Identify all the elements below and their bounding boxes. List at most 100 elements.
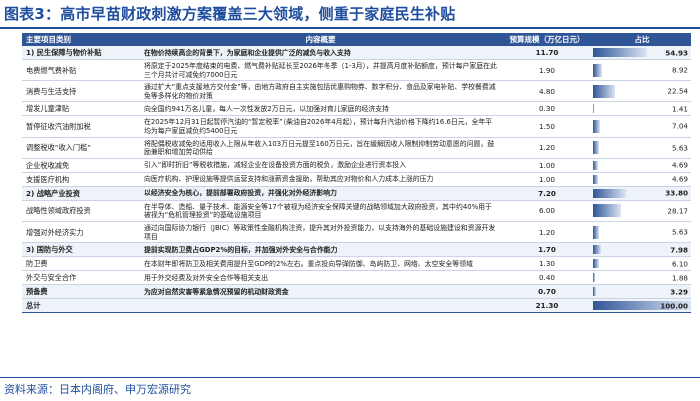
row-summary: 引入“即时折旧”等税收措施，减轻企业在设备投资方面的税负，激励企业进行资本投入 [140,158,501,173]
row-summary: 提前实现防卫费占GDP2%的目标，并加强对外安全与合作能力 [140,242,501,258]
row-budget: 21.30 [501,298,593,314]
row-summary: 将原定于2025年度结束的电费、燃气费补贴延长至2026年冬季（1-3月），并提… [140,59,501,82]
table-row: 支援医疗机构 向医疗机构、护理设施等提供运营支持和涨薪资金援助，帮助其应对物价和人… [22,172,691,187]
row-item: 支援医疗机构 [22,172,140,187]
share-bar-track: 8.92 [593,62,691,79]
row-share: 33.80 [593,186,691,201]
table-row: 调整税收“收入门槛” 将配偶税收减免的适用收入上限从年收入103万日元提至160万… [22,137,691,159]
share-bar [593,48,647,57]
share-bar-track: 100.00 [593,299,691,312]
row-summary: 为应对自然灾害等紧急情况预留的机动财政资金 [140,284,501,300]
row-budget: 6.00 [501,200,593,222]
share-value: 4.69 [671,174,688,184]
share-bar-track: 4.69 [593,173,691,186]
share-bar [593,160,598,170]
row-summary: 在半导体、造船、量子技术、能源安全等17个被视为经济安全保障关键的战略领域加大政… [140,200,501,222]
row-share: 6.10 [593,256,691,272]
table-row: 外交与安全合作 用于外交经费及对外安全合作等相关支出 0.40 1.88 [22,270,691,286]
row-item: 增发儿童津贴 [22,101,140,117]
share-bar-track: 4.69 [593,159,691,172]
share-bar [593,141,599,155]
table-row: 消费与生活支持 通过扩大“重点支援地方交付金”等，由地方政府自主实施包括优惠购物券… [22,80,691,103]
share-bar [593,84,616,98]
row-budget: 1.20 [501,221,593,244]
table-header-row: 主要项目类别 内容概要 预算规模（万亿日元） 占比 [22,33,691,46]
share-bar-track: 54.93 [593,46,691,59]
row-item: 电费燃气费补贴 [22,59,140,82]
share-value: 6.10 [671,259,688,269]
title-divider [0,27,700,29]
header-category: 主要项目类别 [22,33,140,46]
page-title: 图表3：高市早苗财政刺激方案覆盖三大领域，侧重于家庭民生补贴 [4,4,456,23]
share-bar [593,174,598,184]
row-share: 3.29 [593,284,691,300]
row-item: 调整税收“收入门槛” [22,137,140,159]
share-bar [593,225,599,239]
table-row: 企业税收减免 引入“即时折旧”等税收措施，减轻企业在设备投资方面的税负，激励企业进… [22,158,691,173]
row-budget: 1.30 [501,256,593,272]
table-row: 电费燃气费补贴 将原定于2025年度结束的电费、燃气费补贴延长至2026年冬季（1… [22,59,691,82]
share-value: 100.00 [660,301,688,311]
share-value: 5.63 [671,227,688,237]
row-item: 1) 民生保障与物价补贴 [22,46,140,60]
row-summary: 用于外交经费及对外安全合作等相关支出 [140,270,501,286]
row-item: 增强对外经济实力 [22,221,140,244]
row-budget: 1.70 [501,242,593,258]
share-bar-track: 22.54 [593,83,691,100]
table-row: 暂停征收汽油附加税 在2025年12月31日起暂停汽油的“暂定税率”（柴油自202… [22,115,691,138]
table-row: 战略性领域政府投资 在半导体、造船、量子技术、能源安全等17个被视为经济安全保障关… [22,200,691,222]
share-bar-track: 7.98 [593,243,691,256]
share-bar-track: 7.04 [593,118,691,135]
row-budget: 0.40 [501,270,593,286]
row-item: 暂停征收汽油附加税 [22,115,140,138]
share-value: 1.88 [671,273,688,283]
share-bar-track: 33.80 [593,187,691,200]
row-summary: 将配偶税收减免的适用收入上限从年收入103万日元提至160万日元，旨在缓解因收入… [140,137,501,159]
row-budget: 1.20 [501,137,593,159]
share-bar [593,259,599,269]
share-value: 3.29 [670,287,688,297]
row-item: 战略性领域政府投资 [22,200,140,222]
share-value: 22.54 [667,86,688,96]
category-row: 1) 民生保障与物价补贴 在物价持续高企的背景下，为家庭和企业提供广泛的减负与收入… [22,46,691,60]
table-row: 增强对外经济实力 通过向国际协力银行（JBIC）等政策性金融机构注资，提升其对外投… [22,221,691,244]
row-share: 7.98 [593,242,691,258]
share-value: 7.04 [671,121,688,131]
row-item: 总计 [22,298,140,314]
share-bar-track: 3.29 [593,285,691,298]
row-budget: 7.20 [501,186,593,201]
share-value: 5.63 [671,143,688,153]
source-note: 资料来源：日本内阁府、申万宏源研究 [4,383,191,396]
table-body: 1) 民生保障与物价补贴 在物价持续高企的背景下，为家庭和企业提供广泛的减负与收入… [22,46,691,314]
row-summary: 通过向国际协力银行（JBIC）等政策性金融机构注资，提升其对外投资能力，以支持海… [140,221,501,244]
share-bar-track: 5.63 [593,224,691,241]
share-bar-track: 28.17 [593,202,691,219]
row-budget: 4.80 [501,80,593,103]
row-budget: 1.90 [501,59,593,82]
row-share: 54.93 [593,46,691,60]
row-summary: 通过扩大“重点支援地方交付金”等，由地方政府自主实施包括优惠购物券、数字积分、食… [140,80,501,103]
row-item: 预备费 [22,284,140,300]
row-share: 4.69 [593,158,691,173]
row-share: 22.54 [593,80,691,103]
row-share: 8.92 [593,59,691,82]
row-item: 外交与安全合作 [22,270,140,286]
row-share: 1.88 [593,270,691,286]
share-bar [593,63,602,77]
share-bar [593,204,621,218]
source-divider [0,377,700,378]
row-share: 4.69 [593,172,691,187]
row-summary: 在物价持续高企的背景下，为家庭和企业提供广泛的减负与收入支持 [140,46,501,60]
row-item: 3) 国防与外交 [22,242,140,258]
category-row: 预备费 为应对自然灾害等紧急情况预留的机动财政资金 0.70 3.29 [22,284,691,300]
row-summary: 在本财年即将防卫及相关费用提升至GDP的2%左右。重点投向导弹防御、岛屿防卫、网… [140,256,501,272]
table-row: 增发儿童津贴 向全国约941万名儿童，每人一次性发放2万日元，以加强对育儿家庭的经… [22,101,691,117]
row-summary [140,298,501,314]
share-bar-track: 6.10 [593,257,691,270]
share-value: 1.41 [671,104,688,114]
share-value: 7.98 [670,245,688,255]
share-bar-track: 5.63 [593,139,691,156]
row-item: 消费与生活支持 [22,80,140,103]
row-summary: 在2025年12月31日起暂停汽油的“暂定税率”（柴油自2026年4月起），预计… [140,115,501,138]
row-budget: 1.00 [501,158,593,173]
